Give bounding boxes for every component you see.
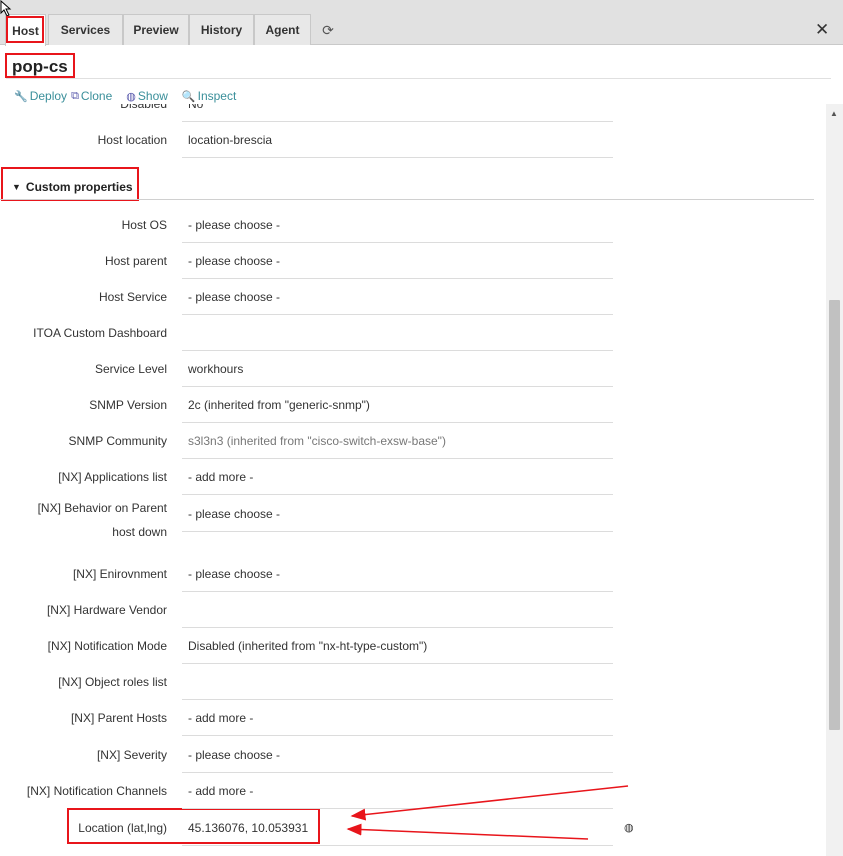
action-toolbar: 🔧 Deploy ⧉ Clone ◍ Show 🔍 Inspect — [14, 88, 240, 104]
deploy-button[interactable]: 🔧 Deploy — [14, 89, 67, 103]
form-content: Disabled No Host location location-bresc… — [0, 104, 826, 856]
form-row: Host parent - please choose - — [0, 243, 620, 279]
field-label: [NX] Hardware Vendor — [46, 603, 167, 617]
form-row: Service Level workhours — [0, 351, 620, 387]
form-row: SNMP Community s3l3n3 (inherited from "c… — [0, 423, 620, 459]
form-row: Host OS - please choose - — [0, 207, 620, 243]
field-label-line: host down — [112, 525, 167, 539]
wrench-icon: 🔧 — [14, 90, 28, 103]
field-label: [NX] Behavior on Parent host down — [38, 496, 167, 544]
section-divider — [0, 199, 814, 200]
magnifier-icon: 🔍 — [181, 90, 196, 103]
field-label: [NX] Enirovnment — [72, 567, 167, 581]
field-value[interactable]: 2c (inherited from "generic-snmp") — [182, 387, 613, 423]
field-value[interactable]: - add more - — [182, 700, 613, 736]
field-value[interactable]: No — [182, 104, 613, 122]
form-row-host-location: Host location location-brescia — [0, 122, 620, 158]
form-row: ITOA Custom Dashboard — [0, 315, 620, 351]
field-label: [NX] Severity — [96, 748, 167, 762]
scroll-up-arrow-icon[interactable]: ▲ — [830, 109, 838, 118]
page-title: pop-cs — [12, 57, 68, 76]
field-value[interactable]: location-brescia — [182, 122, 613, 158]
field-label: SNMP Community — [68, 434, 167, 448]
field-value[interactable]: s3l3n3 (inherited from "cisco-switch-exs… — [182, 423, 613, 459]
title-divider — [6, 78, 831, 79]
field-value[interactable]: - add more - — [182, 459, 613, 495]
form-row: Host Service - please choose - — [0, 279, 620, 315]
field-value[interactable]: Disabled (inherited from "nx-ht-type-cus… — [182, 628, 613, 664]
tab-preview[interactable]: Preview — [123, 14, 189, 45]
form-row: [NX] Applications list - add more - — [0, 459, 620, 495]
form-row: SNMP Version 2c (inherited from "generic… — [0, 387, 620, 423]
tab-preview-label: Preview — [133, 23, 179, 37]
form-row: [NX] Object roles list — [0, 664, 620, 700]
form-row: [NX] Parent Hosts - add more - — [0, 700, 620, 736]
field-label: [NX] Object roles list — [58, 675, 167, 689]
show-button[interactable]: ◍ Show — [126, 89, 168, 103]
form-row-disabled: Disabled No — [0, 104, 620, 122]
globe-icon: ◍ — [126, 90, 136, 103]
field-value[interactable]: workhours — [182, 351, 613, 387]
field-value[interactable]: - please choose - — [182, 496, 613, 532]
field-value[interactable]: - please choose - — [182, 737, 613, 773]
show-label: Show — [137, 89, 168, 103]
section-title: Custom properties — [25, 180, 133, 194]
field-label: Host parent — [104, 254, 167, 268]
location-field[interactable]: 45.136076, 10.053931 — [182, 810, 613, 846]
field-value[interactable] — [182, 664, 613, 700]
field-label: [NX] Notification Mode — [47, 639, 167, 653]
tab-bar: Host Services Preview History Agent ⟳ ✕ — [0, 0, 843, 46]
field-label: SNMP Version — [89, 398, 167, 412]
form-row: [NX] Hardware Vendor — [0, 592, 620, 628]
field-label: Host Service — [98, 290, 167, 304]
clone-icon: ⧉ — [71, 89, 79, 102]
tab-history[interactable]: History — [189, 14, 254, 45]
form-row: [NX] Behavior on Parent host down - plea… — [0, 496, 620, 556]
scroll-thumb[interactable] — [829, 300, 840, 730]
field-label: Location (lat,lng) — [78, 821, 167, 835]
field-value[interactable]: - please choose - — [182, 207, 613, 243]
form-row: [NX] Notification Channels - add more - — [0, 773, 620, 809]
form-row: [NX] Notification Mode Disabled (inherit… — [0, 628, 620, 664]
field-label: Host OS — [121, 218, 167, 232]
caret-down-icon: ▼ — [12, 182, 21, 192]
field-value[interactable]: - please choose - — [182, 556, 613, 592]
tab-history-label: History — [200, 23, 243, 37]
field-value[interactable]: - please choose - — [182, 279, 613, 315]
inspect-button[interactable]: 🔍 Inspect — [182, 89, 236, 103]
tab-services-label: Services — [60, 23, 111, 37]
field-label: Host location — [97, 133, 167, 147]
tab-services[interactable]: Services — [48, 14, 123, 45]
host-tab-highlight — [6, 16, 44, 43]
field-value[interactable]: - add more - — [182, 773, 613, 809]
form-row: [NX] Enirovnment - please choose - — [0, 556, 620, 592]
field-label: [NX] Applications list — [58, 470, 167, 484]
field-label: ITOA Custom Dashboard — [33, 326, 167, 340]
close-icon[interactable]: ✕ — [815, 20, 829, 40]
tab-agent[interactable]: Agent — [254, 14, 311, 45]
field-value[interactable]: - please choose - — [182, 243, 613, 279]
form-row: [NX] Severity - please choose - — [0, 737, 620, 773]
field-label: [NX] Parent Hosts — [70, 711, 167, 725]
field-label: Service Level — [94, 362, 167, 376]
field-label: [NX] Notification Channels — [26, 784, 167, 798]
tab-agent-label: Agent — [265, 23, 300, 37]
field-value[interactable] — [182, 315, 613, 351]
clone-button[interactable]: ⧉ Clone — [71, 89, 112, 103]
deploy-label: Deploy — [29, 89, 68, 103]
field-label-line: [NX] Behavior on Parent — [37, 501, 167, 515]
vertical-scrollbar[interactable]: ▲ — [826, 104, 843, 856]
map-globe-icon[interactable]: ◍ — [624, 821, 634, 834]
form-row-location: Location (lat,lng) 45.136076, 10.053931 — [0, 810, 620, 846]
field-label: Disabled — [120, 104, 167, 111]
custom-properties-toggle[interactable]: ▼ Custom properties — [12, 180, 133, 194]
refresh-icon[interactable]: ⟳ — [320, 22, 336, 38]
field-value[interactable] — [182, 592, 613, 628]
clone-label: Clone — [80, 89, 113, 103]
inspect-label: Inspect — [197, 89, 237, 103]
